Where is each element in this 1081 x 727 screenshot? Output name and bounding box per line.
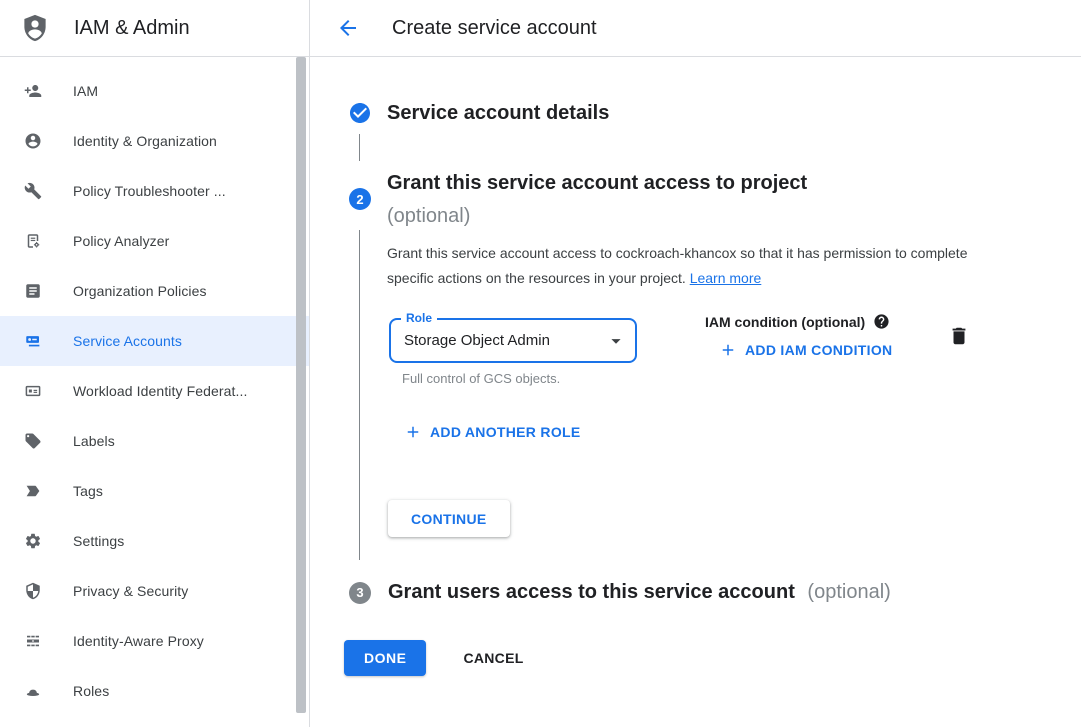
sidebar-item-organization-policies[interactable]: Organization Policies <box>0 266 309 316</box>
top-header: IAM & Admin Create service account <box>0 0 1081 57</box>
delete-role-button[interactable] <box>948 325 970 347</box>
account-circle-icon <box>24 132 42 150</box>
gear-icon <box>24 532 42 550</box>
shield-icon <box>24 582 42 600</box>
step-3-optional-label: (optional) <box>807 581 890 603</box>
policy-analyzer-icon <box>24 232 42 250</box>
iam-shield-logo-icon <box>20 12 50 44</box>
product-title: IAM & Admin <box>74 17 190 40</box>
form-actions: DONE CANCEL <box>344 640 530 676</box>
sidebar-item-identity-organization[interactable]: Identity & Organization <box>0 116 309 166</box>
sidebar-item-label: Tags <box>73 483 103 499</box>
dropdown-caret-icon <box>605 330 627 352</box>
step-3-header: 3 Grant users access to this service acc… <box>349 581 891 604</box>
sidebar-item-settings[interactable]: Settings <box>0 516 309 566</box>
sidebar-item-label: Settings <box>73 533 124 549</box>
sidebar-item-label: Roles <box>73 683 109 699</box>
learn-more-link[interactable]: Learn more <box>690 270 762 286</box>
sidebar-item-label: IAM <box>73 83 98 99</box>
sidebar-item-label: Identity-Aware Proxy <box>73 633 204 649</box>
add-another-role-button[interactable]: ADD ANOTHER ROLE <box>404 423 581 441</box>
step-3-title-text: Grant users access to this service accou… <box>388 581 795 603</box>
step-2-badge: 2 <box>349 188 371 210</box>
sidebar-scrollbar[interactable] <box>296 57 306 713</box>
step-2-title-text: Grant this service account access to pro… <box>387 167 807 200</box>
stepper-connector <box>359 230 360 560</box>
role-binding-row: Role Storage Object Admin Full control o… <box>387 305 1081 417</box>
done-button[interactable]: DONE <box>344 640 426 676</box>
document-lines-icon <box>24 282 42 300</box>
label-tag-icon <box>24 432 42 450</box>
id-card-icon <box>24 382 42 400</box>
role-select-value: Storage Object Admin <box>391 320 635 361</box>
step-3-title: Grant users access to this service accou… <box>388 581 891 604</box>
continue-button[interactable]: CONTINUE <box>388 500 510 537</box>
check-circle-icon <box>348 101 372 125</box>
hat-icon <box>24 682 42 700</box>
step-2-description: Grant this service account access to coc… <box>387 241 987 291</box>
iam-condition-header: IAM condition (optional) <box>705 313 892 330</box>
role-select-label: Role <box>401 311 437 325</box>
create-service-account-form: Service account details 2 Grant this ser… <box>311 57 1081 727</box>
sidebar-item-roles[interactable]: Roles <box>0 666 309 716</box>
plus-icon <box>404 423 422 441</box>
step-1-title: Service account details <box>387 102 609 125</box>
step-2-description-text: Grant this service account access to coc… <box>387 245 968 286</box>
add-iam-condition-label: ADD IAM CONDITION <box>745 342 892 358</box>
sidebar-item-label: Workload Identity Federat... <box>73 383 248 399</box>
plus-icon <box>719 341 737 359</box>
iam-admin-app: IAM & Admin Create service account IAM I… <box>0 0 1081 727</box>
sidebar-item-service-accounts[interactable]: Service Accounts <box>0 316 309 366</box>
sidebar-item-tags[interactable]: Tags <box>0 466 309 516</box>
sidebar-nav: IAM Identity & Organization Policy Troub… <box>0 57 310 727</box>
back-arrow-icon[interactable] <box>336 16 360 40</box>
add-another-role-label: ADD ANOTHER ROLE <box>430 424 581 440</box>
stepper-connector <box>359 134 360 161</box>
trash-icon <box>948 325 970 347</box>
sidebar-item-policy-troubleshooter[interactable]: Policy Troubleshooter ... <box>0 166 309 216</box>
sidebar-item-policy-analyzer[interactable]: Policy Analyzer <box>0 216 309 266</box>
proxy-icon <box>24 632 42 650</box>
tag-arrow-icon <box>24 482 42 500</box>
service-account-icon <box>24 332 42 350</box>
product-header: IAM & Admin <box>0 0 310 56</box>
step-1-header: Service account details <box>348 101 609 125</box>
wrench-icon <box>24 182 42 200</box>
page-header: Create service account <box>310 0 1081 56</box>
add-iam-condition-button[interactable]: ADD IAM CONDITION <box>719 341 892 359</box>
sidebar-item-label: Policy Analyzer <box>73 233 169 249</box>
role-helper-text: Full control of GCS objects. <box>402 371 560 386</box>
step-2-title: Grant this service account access to pro… <box>387 167 807 233</box>
role-select[interactable]: Role Storage Object Admin <box>389 318 637 363</box>
sidebar-item-label: Organization Policies <box>73 283 207 299</box>
sidebar-item-label: Labels <box>73 433 115 449</box>
step-2-optional-label: (optional) <box>387 200 807 233</box>
sidebar-item-identity-aware-proxy[interactable]: Identity-Aware Proxy <box>0 616 309 666</box>
help-icon[interactable] <box>873 313 890 330</box>
sidebar-item-iam[interactable]: IAM <box>0 66 309 116</box>
sidebar-item-label: Privacy & Security <box>73 583 188 599</box>
person-add-icon <box>24 82 42 100</box>
sidebar-item-workload-identity-federation[interactable]: Workload Identity Federat... <box>0 366 309 416</box>
cancel-button[interactable]: CANCEL <box>457 649 529 667</box>
page-title: Create service account <box>392 17 597 40</box>
iam-condition-section: IAM condition (optional) ADD IAM CONDITI… <box>705 313 892 359</box>
iam-condition-label: IAM condition (optional) <box>705 314 865 330</box>
sidebar-item-label: Identity & Organization <box>73 133 217 149</box>
sidebar-item-labels[interactable]: Labels <box>0 416 309 466</box>
sidebar-item-privacy-security[interactable]: Privacy & Security <box>0 566 309 616</box>
step-3-badge: 3 <box>349 582 371 604</box>
sidebar-item-label: Service Accounts <box>73 333 182 349</box>
sidebar-item-label: Policy Troubleshooter ... <box>73 183 226 199</box>
